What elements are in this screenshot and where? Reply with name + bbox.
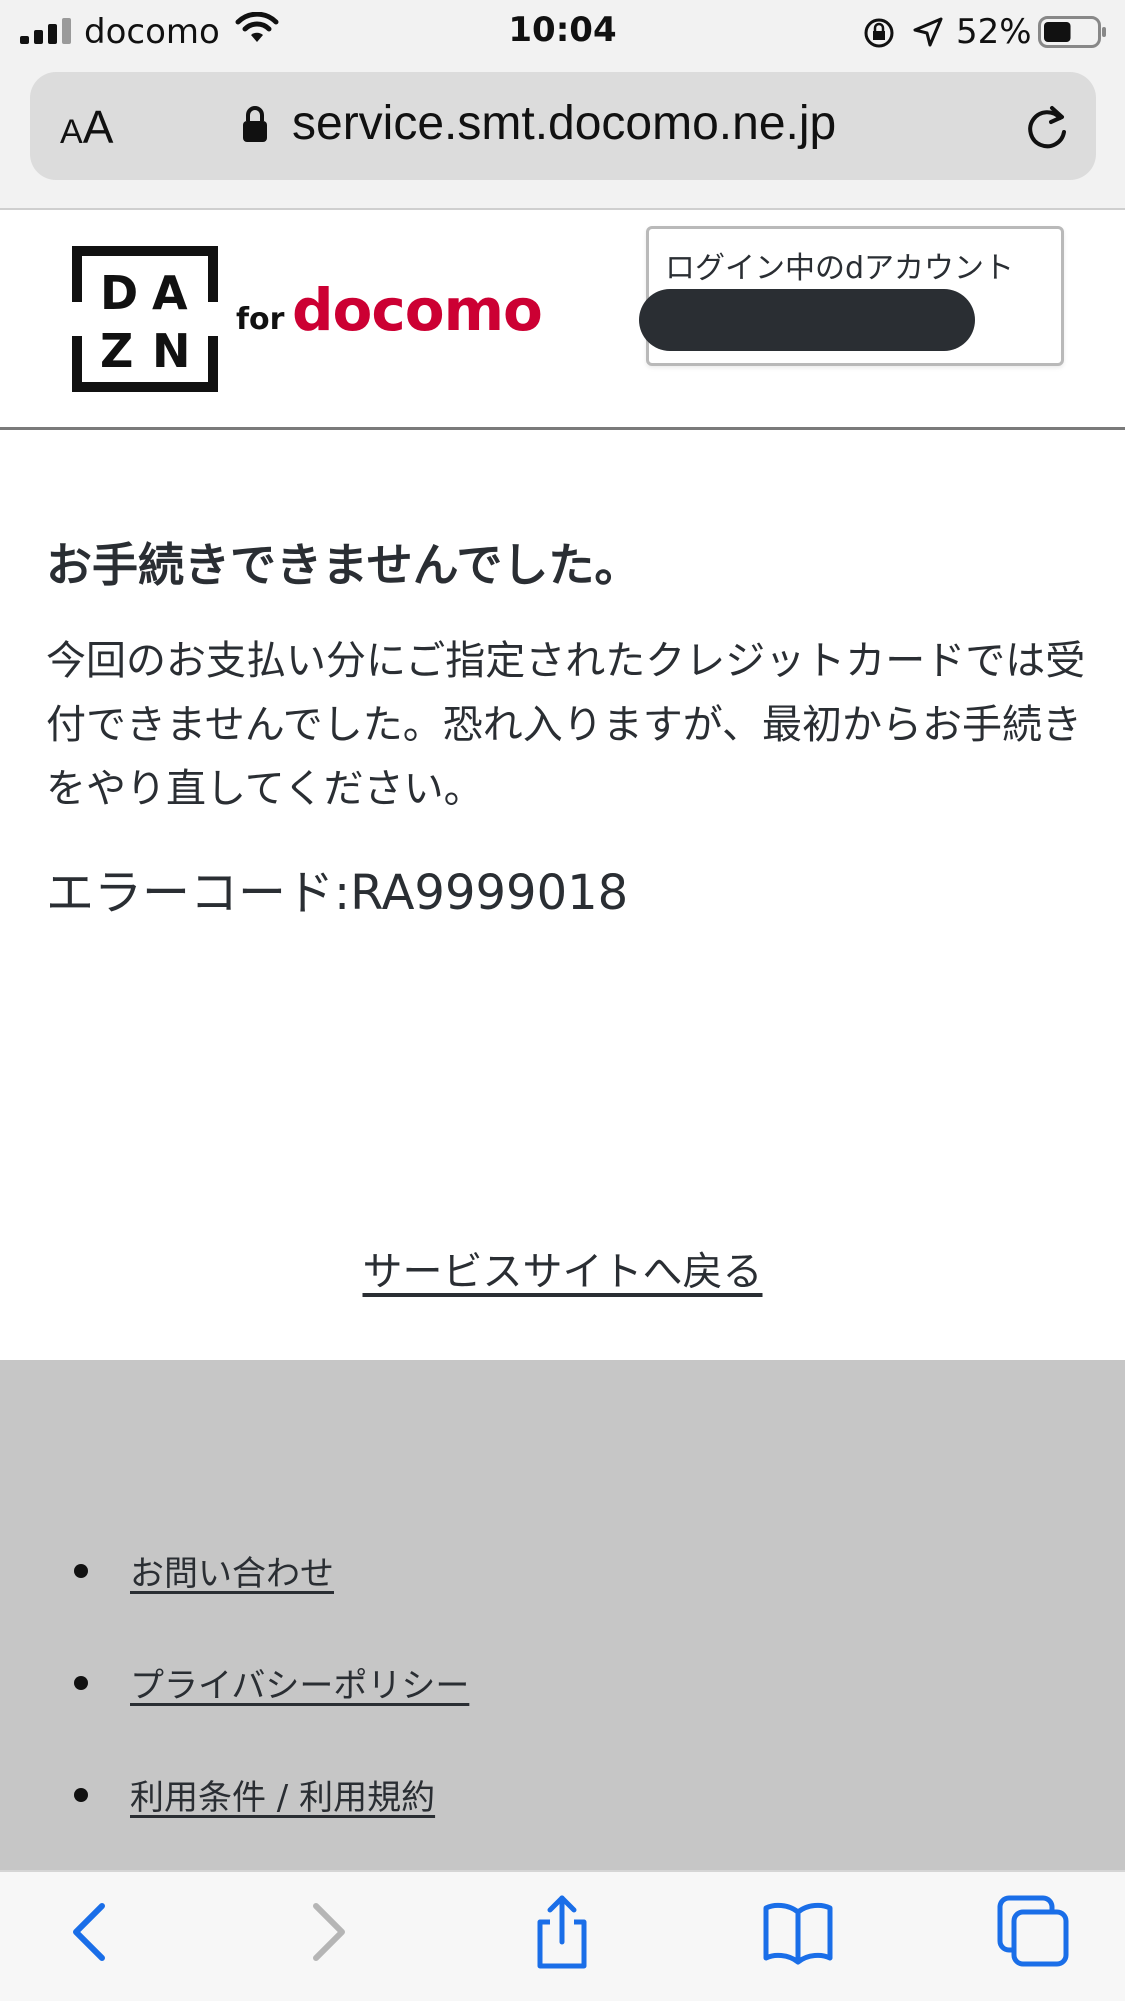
account-label: ログイン中のdアカウント bbox=[665, 251, 1015, 286]
logo-letter: Z bbox=[100, 324, 134, 378]
bullet-icon bbox=[74, 1676, 88, 1690]
address-bar: AA service.smt.docomo.ne.jp bbox=[0, 62, 1125, 210]
page: docomo 10:04 52% AA service.smt.docomo.n… bbox=[0, 0, 1125, 2001]
dazn-logo[interactable]: D A Z N bbox=[72, 246, 218, 392]
account-id-redacted bbox=[639, 289, 975, 351]
status-bar: docomo 10:04 52% bbox=[0, 0, 1125, 62]
battery-percent: 52% bbox=[956, 12, 1032, 52]
tabs-icon[interactable] bbox=[994, 1892, 1074, 1972]
docomo-brand: docomo bbox=[292, 276, 543, 344]
site-header: D A Z N for docomo ログイン中のdアカウント bbox=[0, 210, 1125, 430]
main-content: お手続きできませんでした。 今回のお支払い分にご指定されたクレジットカードでは受… bbox=[0, 433, 1125, 1360]
terms-link[interactable]: 利用条件 / 利用規約 bbox=[130, 1770, 435, 1819]
share-icon[interactable] bbox=[522, 1892, 602, 1972]
footer: お問い合わせ プライバシーポリシー 利用条件 / 利用規約 bbox=[0, 1360, 1125, 1870]
forward-icon[interactable] bbox=[286, 1892, 366, 1972]
privacy-policy-link[interactable]: プライバシーポリシー bbox=[130, 1658, 469, 1707]
location-icon bbox=[913, 17, 943, 47]
error-code: エラーコード:RA9999018 bbox=[46, 865, 629, 921]
text-size-button[interactable]: AA bbox=[60, 100, 113, 154]
lock-icon bbox=[243, 106, 267, 142]
back-icon[interactable] bbox=[52, 1892, 132, 1972]
back-to-service-link[interactable]: サービスサイトへ戻る bbox=[0, 1239, 1125, 1297]
for-label: for bbox=[236, 302, 285, 337]
url-text: service.smt.docomo.ne.jp bbox=[292, 97, 837, 150]
logo-letter: D bbox=[100, 266, 139, 320]
rotation-lock-icon bbox=[864, 18, 894, 48]
error-title: お手続きできませんでした。 bbox=[46, 538, 641, 592]
logo-letter: N bbox=[152, 324, 191, 378]
url-field[interactable]: AA service.smt.docomo.ne.jp bbox=[30, 72, 1096, 180]
contact-link[interactable]: お問い合わせ bbox=[130, 1546, 334, 1595]
bookmarks-icon[interactable] bbox=[758, 1892, 838, 1972]
bullet-icon bbox=[74, 1788, 88, 1802]
logo-letter: A bbox=[152, 266, 188, 320]
browser-toolbar bbox=[0, 1870, 1125, 2001]
reload-icon[interactable] bbox=[1022, 102, 1072, 152]
bullet-icon bbox=[74, 1564, 88, 1578]
error-message: 今回のお支払い分にご指定されたクレジットカードでは受付できませんでした。恐れ入り… bbox=[46, 638, 1086, 812]
battery-icon bbox=[1038, 16, 1106, 48]
account-box[interactable]: ログイン中のdアカウント bbox=[639, 226, 1064, 366]
